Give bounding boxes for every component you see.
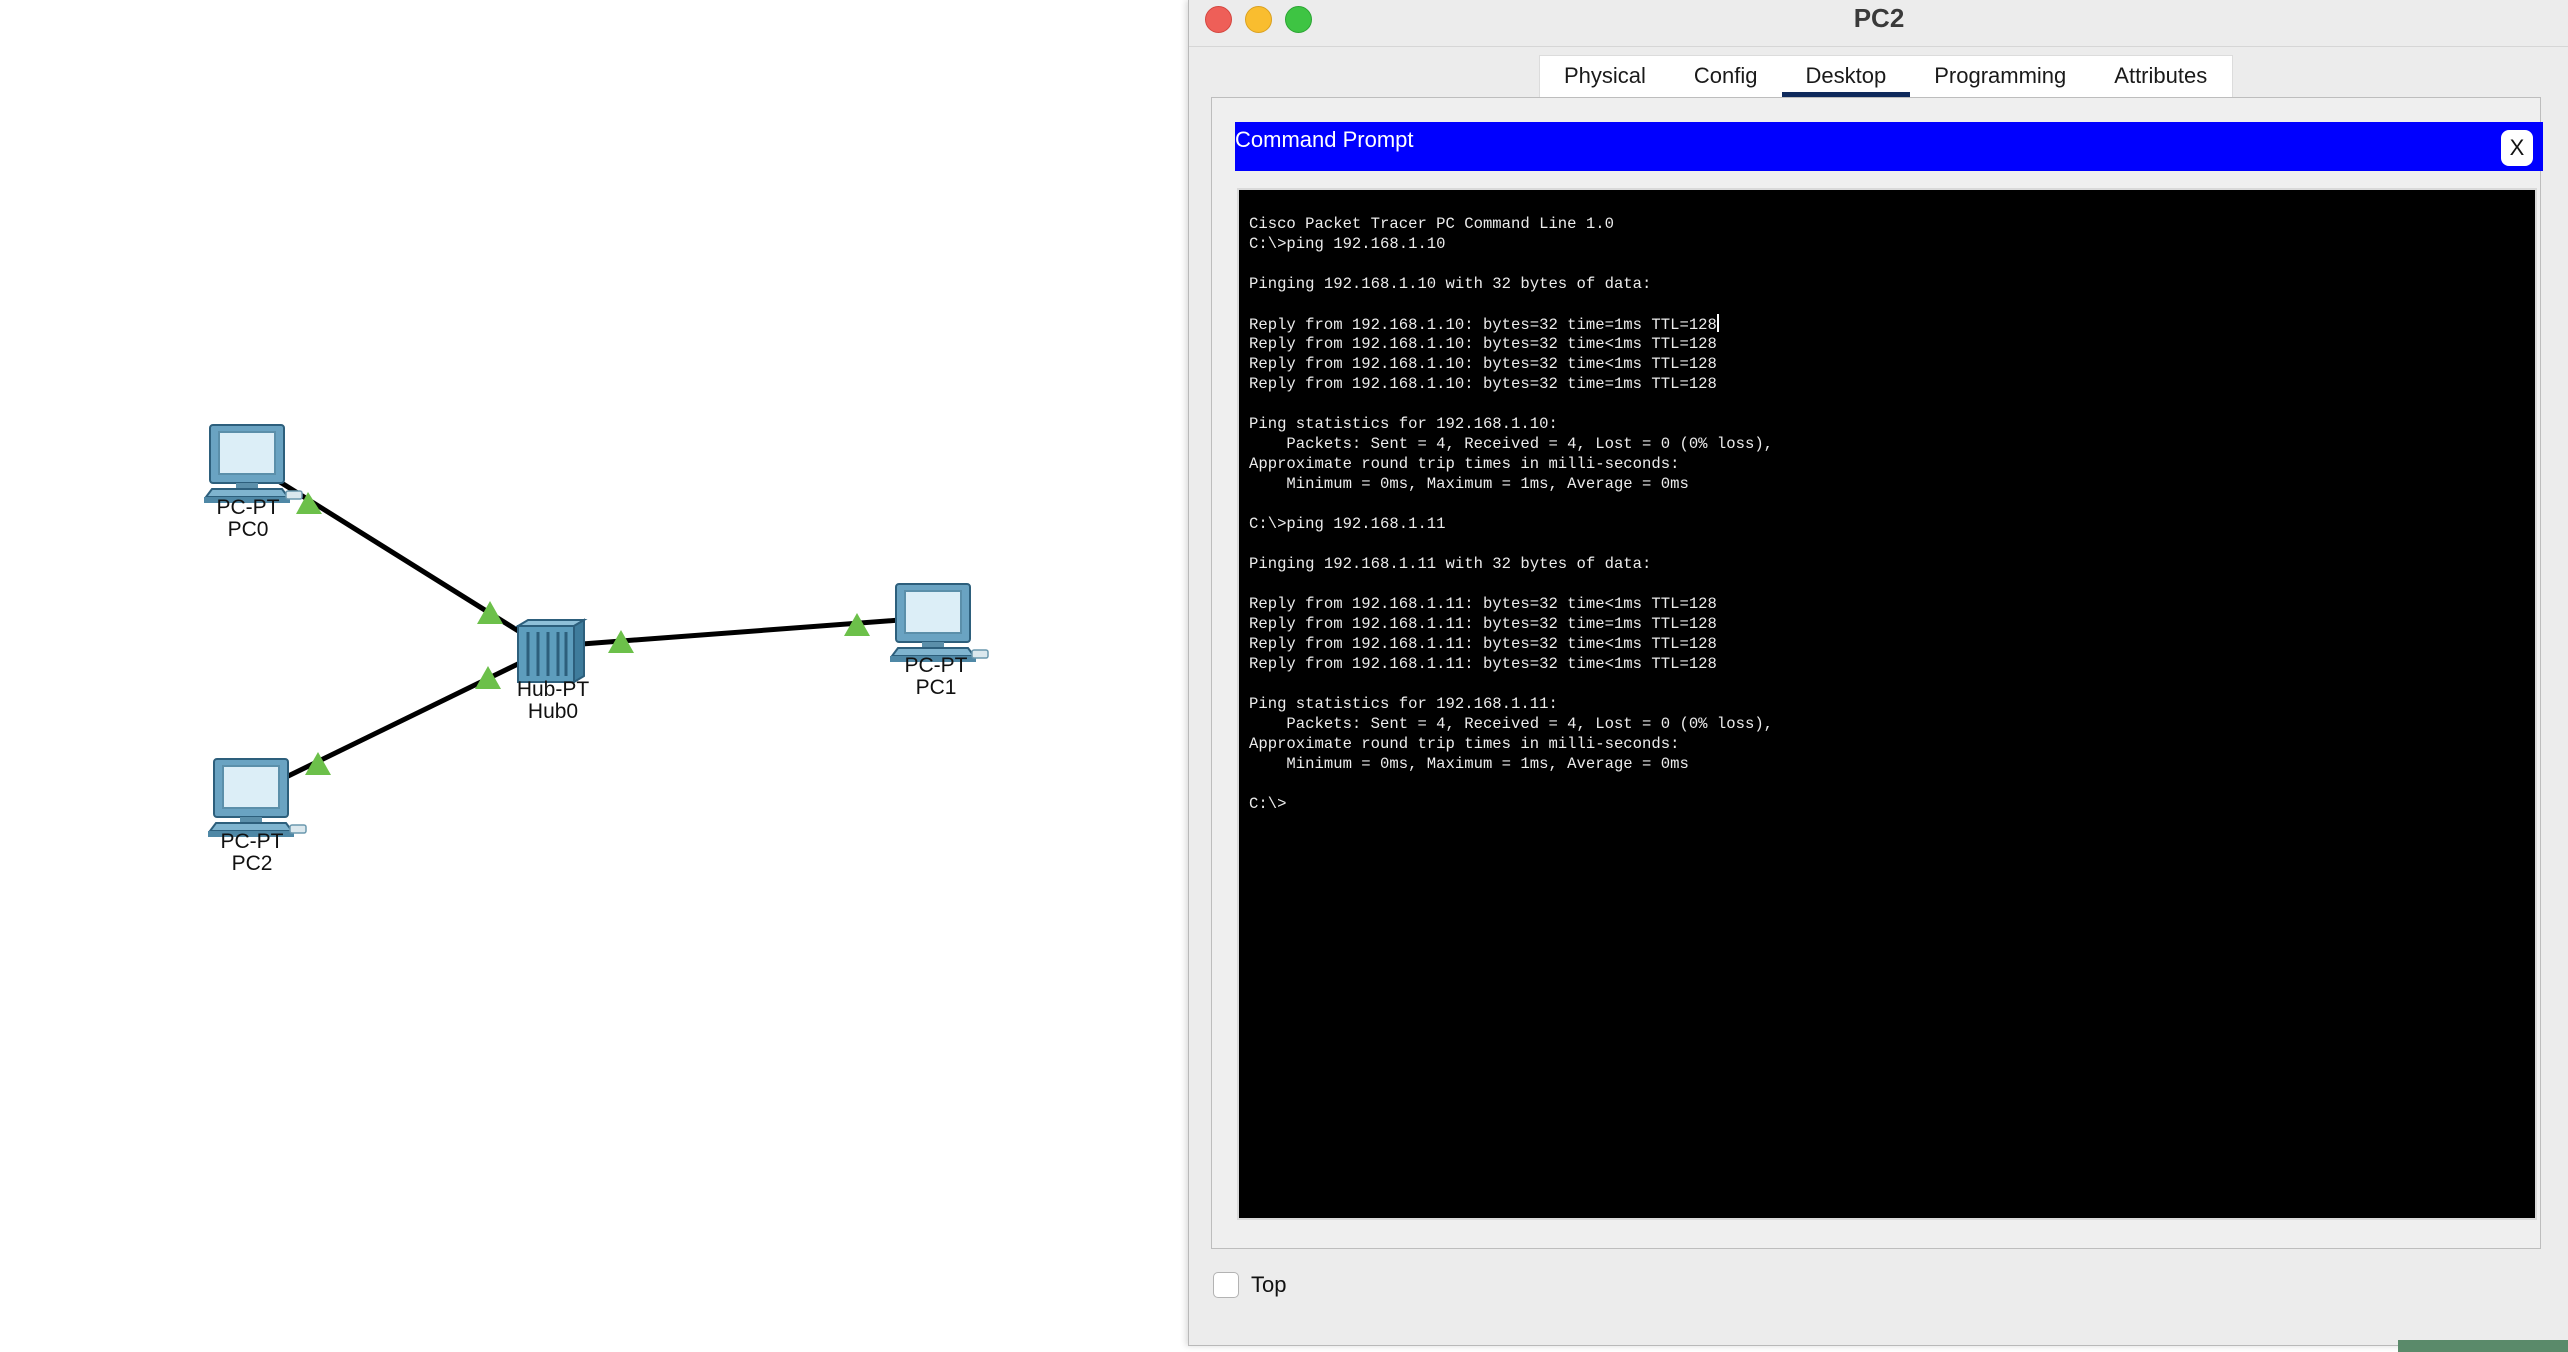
terminal-line: Cisco Packet Tracer PC Command Line 1.0 [1249,215,1614,233]
device-name: PC1 [915,676,957,699]
terminal-line: Approximate round trip times in milli-se… [1249,455,1680,473]
device-label-pc2: PC-PT PC2 [221,831,284,875]
device-model: PC-PT [220,830,284,853]
device-name: PC2 [231,852,273,875]
terminal-line: Reply from 192.168.1.11: bytes=32 time<1… [1249,635,1717,653]
device-label-pc0: PC-PT PC0 [217,497,280,541]
pc-icon[interactable] [203,424,303,504]
link-up-indicator [477,601,503,624]
device-model: PC-PT [216,496,280,519]
terminal-line: Approximate round trip times in milli-se… [1249,735,1680,753]
device-name: Hub0 [527,700,579,723]
tab-physical[interactable]: Physical [1540,56,1670,98]
terminal-output[interactable]: Cisco Packet Tracer PC Command Line 1.0 C… [1237,188,2537,1220]
close-command-prompt-button[interactable]: X [2501,130,2533,166]
top-checkbox-label: Top [1251,1272,1287,1297]
background-window-edge [2398,1340,2568,1352]
terminal-line: Minimum = 0ms, Maximum = 1ms, Average = … [1249,475,1689,493]
window-title: PC2 [1853,3,1905,33]
terminal-line: Reply from 192.168.1.11: bytes=32 time<1… [1249,595,1717,613]
terminal-line: C:\>ping 192.168.1.10 [1249,235,1446,253]
device-label-pc1: PC-PT PC1 [905,655,968,699]
device-name: PC0 [227,518,269,541]
tab-programming[interactable]: Programming [1910,56,2090,98]
pc-icon[interactable] [207,758,307,838]
terminal-line: C:\>ping 192.168.1.11 [1249,515,1446,533]
link-up-indicator [475,666,501,689]
terminal-line: Pinging 192.168.1.10 with 32 bytes of da… [1249,275,1652,293]
tab-desktop[interactable]: Desktop [1781,56,1911,98]
terminal-line: Reply from 192.168.1.10: bytes=32 time=1… [1249,314,1719,334]
terminal-line: Reply from 192.168.1.10: bytes=32 time<1… [1249,355,1717,373]
terminal-line: Minimum = 0ms, Maximum = 1ms, Average = … [1249,755,1689,773]
device-window: PC2 Physical Config Desktop Programming … [1188,0,2568,1346]
terminal-line: Packets: Sent = 4, Received = 4, Lost = … [1249,715,1774,733]
tab-bar: Physical Config Desktop Programming Attr… [1539,55,2233,98]
terminal-line: Ping statistics for 192.168.1.10: [1249,415,1558,433]
terminal-line: Reply from 192.168.1.10: bytes=32 time=1… [1249,375,1717,393]
device-model: Hub-PT [516,678,590,701]
hub-icon[interactable] [514,618,588,684]
terminal-line: Reply from 192.168.1.10: bytes=32 time<1… [1249,335,1717,353]
terminal-line: Packets: Sent = 4, Received = 4, Lost = … [1249,435,1774,453]
terminal-line: Ping statistics for 192.168.1.11: [1249,695,1558,713]
top-checkbox[interactable] [1213,1272,1239,1298]
device-model: PC-PT [904,654,968,677]
terminal-line: C:\> [1249,795,1287,813]
command-prompt-title: Command Prompt [1235,127,1414,152]
terminal-line: Reply from 192.168.1.11: bytes=32 time<1… [1249,655,1717,673]
pc-icon[interactable] [889,583,989,663]
window-titlebar[interactable]: PC2 [1189,0,2568,47]
device-label-hub0: Hub-PT Hub0 [517,679,589,723]
terminal-lines: Cisco Packet Tracer PC Command Line 1.0 C… [1249,214,1773,814]
terminal-line: Pinging 192.168.1.11 with 32 bytes of da… [1249,555,1652,573]
logical-workspace[interactable]: PC-PT PC0 Hub-PT Hub0 PC-PT PC1 PC-PT PC… [0,0,1190,1352]
top-option: Top [1213,1272,1286,1298]
terminal-line: Reply from 192.168.1.11: bytes=32 time=1… [1249,615,1717,633]
command-prompt-header: Command Prompt X [1235,122,2543,171]
topology-canvas[interactable] [0,0,1190,1352]
tab-config[interactable]: Config [1670,56,1782,98]
tab-attributes[interactable]: Attributes [2090,56,2231,98]
text-cursor [1716,314,1719,332]
